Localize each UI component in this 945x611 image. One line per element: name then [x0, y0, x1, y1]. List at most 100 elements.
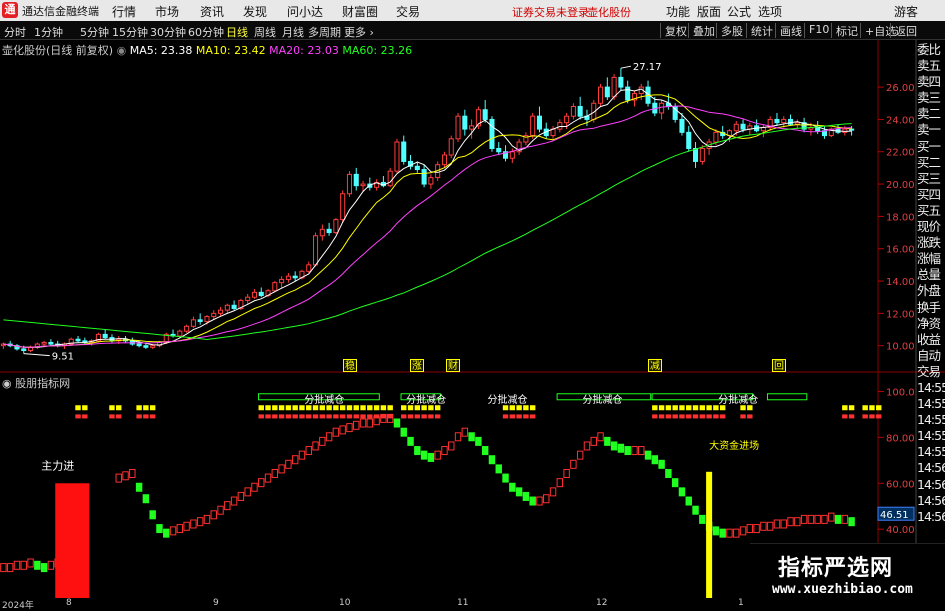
indicator-tick-label: 100.0 — [886, 387, 915, 398]
signal-dot — [523, 405, 529, 411]
signal-dot — [434, 414, 441, 419]
side-panel-item[interactable]: 涨跌 — [917, 235, 945, 251]
side-panel-item[interactable]: 买五 — [917, 203, 945, 219]
candle-body — [815, 126, 821, 132]
settings-dot-icon[interactable]: ◉ — [117, 44, 127, 57]
side-panel-item[interactable]: 总量 — [917, 267, 945, 283]
side-panel-item[interactable]: 14:55 — [917, 444, 945, 460]
signal-dot — [387, 405, 393, 411]
candle-body — [482, 109, 488, 120]
signal-dot — [421, 405, 427, 411]
side-panel-item[interactable]: 现价 — [917, 219, 945, 235]
signal-dot — [692, 414, 699, 419]
signal-dot — [414, 414, 421, 419]
signal-dot — [319, 414, 326, 419]
tag-hui[interactable]: 回 — [772, 359, 786, 372]
indicator-bar — [651, 455, 659, 465]
side-panel-item[interactable]: 买三 — [917, 171, 945, 187]
tag-cai[interactable]: 财 — [446, 359, 460, 372]
indicator-bar — [671, 478, 679, 488]
signal-dot — [299, 405, 305, 411]
signal-dot — [373, 405, 380, 411]
side-panel-item[interactable]: 14:56 — [917, 493, 945, 509]
side-panel-item[interactable]: 买二 — [917, 155, 945, 171]
indicator-bar — [359, 418, 367, 428]
tag-jian[interactable]: 减 — [648, 359, 662, 372]
side-panel-item[interactable]: 卖四 — [917, 74, 945, 90]
kline-chart[interactable]: 26.00 24.00 22.00 20.00 18.00 16.00 14.00 12.00… — [0, 0, 945, 609]
watermark-url: www.xuezhibiao.com — [772, 582, 913, 597]
signal-dot — [367, 414, 373, 419]
side-panel-item[interactable]: 14:56 — [917, 460, 945, 476]
side-panel-item[interactable]: 换手 — [917, 300, 945, 316]
indicator-bar — [746, 524, 754, 534]
reduce-position-label: 分批减仓 — [583, 393, 623, 406]
side-panel-item[interactable]: 14:56 — [917, 477, 945, 493]
side-panel-item[interactable]: 委比 — [917, 42, 945, 58]
tag-wen[interactable]: 稳 — [343, 359, 357, 372]
indicator-bar — [624, 446, 631, 456]
candle-body — [218, 309, 224, 314]
indicator-bar — [20, 560, 27, 570]
side-panel-item[interactable]: 卖一 — [917, 122, 945, 138]
indicator-bar — [590, 436, 597, 446]
side-panel-item[interactable]: 14:56 — [917, 509, 945, 525]
indicator-settings-icon[interactable]: ◉ — [2, 377, 12, 390]
side-panel-item[interactable]: 外盘 — [917, 283, 945, 299]
indicator-bar — [285, 459, 292, 469]
signal-dot — [407, 405, 414, 411]
side-panel-item[interactable]: 卖三 — [917, 90, 945, 106]
side-panel-item[interactable]: 卖五 — [917, 58, 945, 74]
candle-body — [788, 118, 794, 125]
indicator-bar — [414, 446, 421, 456]
indicator-bar — [6, 563, 14, 573]
price-tick-label: 14.00 — [886, 277, 915, 288]
signal-dot — [842, 405, 848, 411]
indicator-bar — [502, 473, 509, 483]
indicator-bar — [468, 432, 475, 442]
indicator-bar — [787, 517, 794, 527]
side-panel-item[interactable]: 卖二 — [917, 106, 945, 122]
indicator-bar — [13, 560, 21, 570]
candle-body — [340, 193, 346, 221]
candle-body — [598, 86, 604, 104]
side-panel-item[interactable]: 买一 — [917, 139, 945, 155]
side-panel-item[interactable]: 净资 — [917, 316, 945, 332]
signal-dot — [109, 414, 115, 419]
signal-dot — [434, 405, 441, 411]
side-panel-item[interactable]: 14:55 — [917, 396, 945, 412]
side-panel-item[interactable]: 收益 — [917, 332, 945, 348]
candle-body — [794, 122, 800, 125]
signal-dot — [387, 414, 393, 419]
indicator-bar — [543, 494, 550, 504]
tag-zhang[interactable]: 涨 — [410, 359, 424, 372]
side-panel-item[interactable]: 自动 — [917, 348, 945, 364]
big-money-label: 大资金进场 — [709, 439, 759, 452]
candle-body — [448, 138, 454, 156]
candle-body — [611, 76, 617, 98]
time-label: 11 — [457, 598, 469, 608]
indicator-bar — [122, 471, 129, 481]
price-tick-label: 10.00 — [886, 342, 915, 353]
signal-dot — [299, 414, 305, 419]
side-panel-item[interactable]: 14:55 — [917, 380, 945, 396]
signal-dot — [346, 405, 353, 411]
indicator-tick-label: 40.00 — [886, 525, 915, 536]
indicator-bar — [40, 563, 48, 573]
signal-dot — [848, 405, 855, 411]
indicator-bar — [393, 418, 401, 428]
high-pointer — [620, 65, 631, 69]
side-panel-item[interactable]: 买四 — [917, 187, 945, 203]
signal-dot — [502, 414, 509, 419]
signal-dot — [869, 405, 875, 411]
candle-body — [306, 264, 312, 272]
side-panel-item[interactable]: 14:55 — [917, 428, 945, 444]
side-panel-item[interactable]: 涨幅 — [917, 251, 945, 267]
signal-dot — [373, 414, 380, 419]
side-panel-item[interactable]: 14:55 — [917, 412, 945, 428]
signal-dot — [401, 414, 407, 419]
indicator-header: ◉ 股朋指标网 — [2, 375, 70, 391]
indicator-bar — [760, 521, 767, 531]
side-panel-item[interactable]: 交易 — [917, 364, 945, 380]
indicator-bar — [509, 482, 516, 492]
